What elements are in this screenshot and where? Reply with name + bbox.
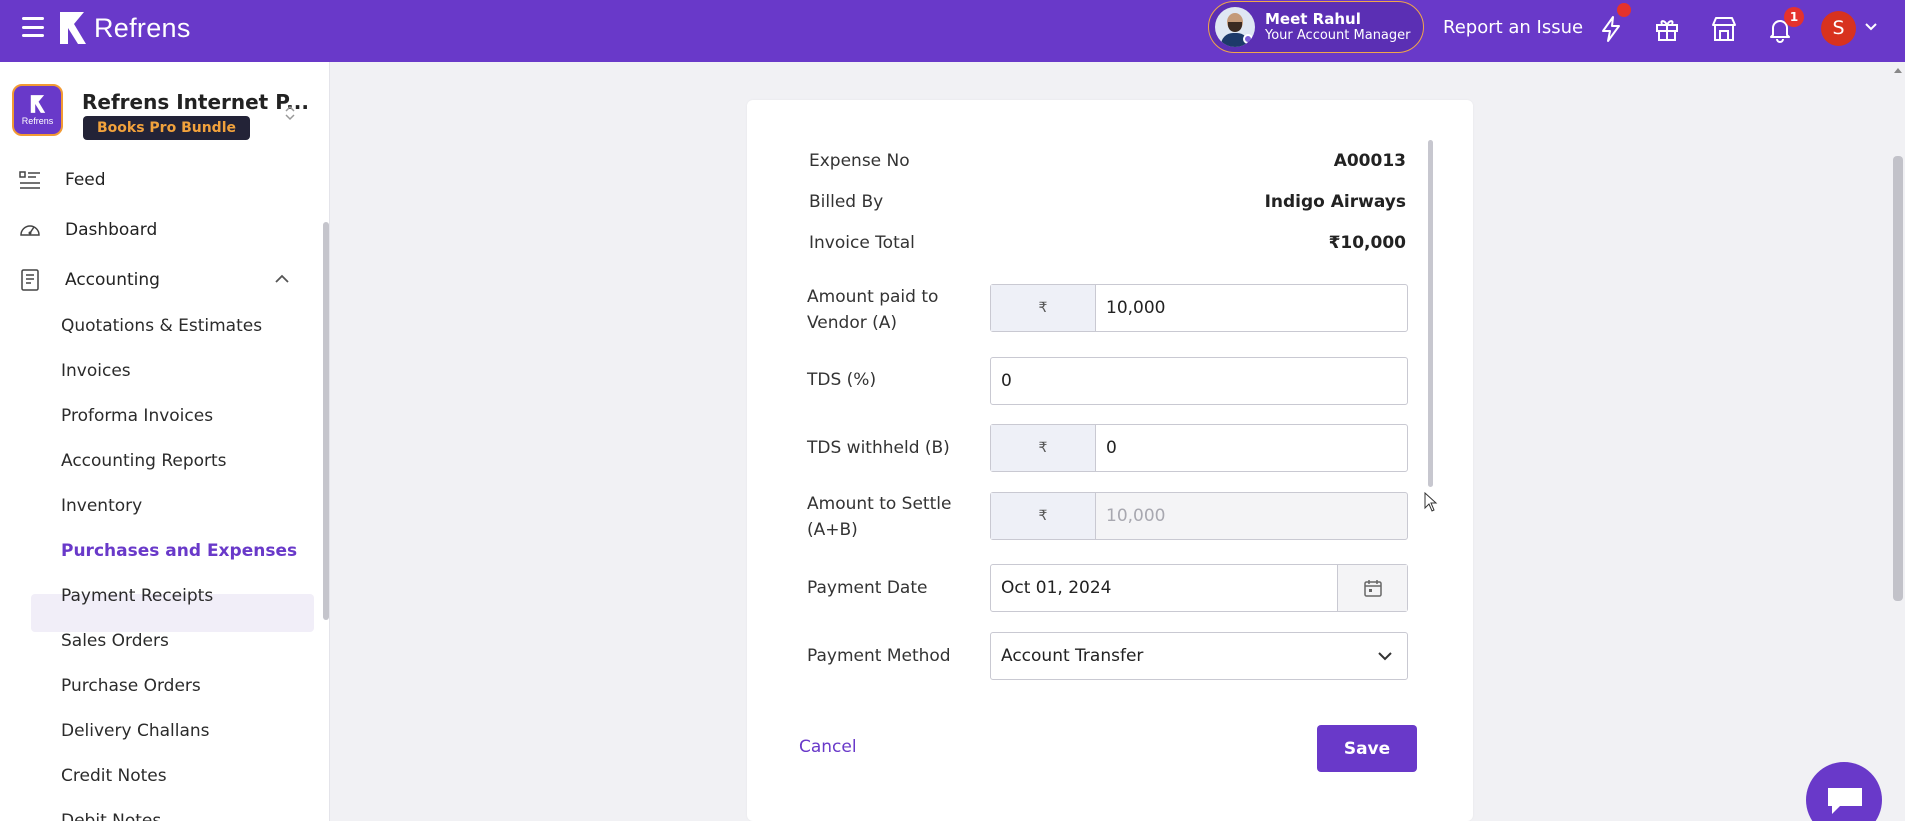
amount-paid-label: Amount paid to Vendor (A) [807,284,938,336]
store-icon[interactable] [1709,14,1739,44]
amount-paid-input[interactable]: 10,000 [1096,298,1407,318]
sidebar-item-invoices[interactable]: Invoices [61,361,131,381]
organization-switcher[interactable]: Refrens Refrens Internet P... Books Pro … [12,84,322,144]
ledger-icon [21,269,39,291]
organization-name: Refrens Internet P... [82,90,309,114]
sidebar-scrollbar[interactable] [323,222,329,620]
account-manager-role: Your Account Manager [1265,28,1411,43]
report-issue-link[interactable]: Report an Issue [1443,17,1583,38]
payment-date-field[interactable]: Oct 01, 2024 [990,564,1408,612]
tds-percent-label: TDS (%) [807,370,877,390]
calendar-button[interactable] [1337,565,1407,611]
currency-prefix: ₹ [991,425,1096,471]
refrens-logo-icon [60,12,86,44]
unfold-icon[interactable] [284,104,296,122]
organization-logo: Refrens [12,84,63,136]
brand-name: Refrens [94,12,191,43]
chat-support-button[interactable] [1806,762,1882,821]
payment-method-value: Account Transfer [1001,646,1144,666]
brand-logo[interactable]: Refrens [58,10,191,46]
sidebar-item-debit-notes[interactable]: Debit Notes [61,811,161,821]
billed-by-value: Indigo Airways [1264,192,1406,212]
account-manager-name: Meet Rahul [1265,10,1361,28]
amount-settle-input: 10,000 [1106,506,1166,526]
payment-method-label: Payment Method [807,646,951,666]
scroll-up-arrow-icon[interactable] [1893,66,1903,74]
sidebar-item-quotations[interactable]: Quotations & Estimates [61,316,262,336]
page-scrollbar[interactable] [1893,156,1903,601]
sidebar-item-label: Accounting [65,270,160,290]
feed-list-icon [19,171,40,189]
currency-prefix: ₹ [991,493,1096,539]
amount-paid-field[interactable]: ₹ 10,000 [990,284,1408,332]
amount-paid-label-line2: Vendor (A) [807,313,898,333]
account-manager-avatar [1215,7,1255,47]
gift-icon[interactable] [1652,14,1682,44]
amount-paid-label-line1: Amount paid to [807,287,939,307]
mouse-cursor-icon [1424,492,1438,512]
invoice-total-label: Invoice Total [809,233,915,253]
hamburger-menu-icon[interactable] [22,17,44,37]
chat-icon [1828,788,1862,814]
amount-settle-field: ₹ 10,000 [990,492,1408,540]
save-button[interactable]: Save [1317,725,1417,772]
sidebar: Refrens Refrens Internet P... Books Pro … [0,62,330,821]
amount-settle-label-line1: Amount to Settle [807,494,952,514]
sidebar-item-purchase-orders[interactable]: Purchase Orders [61,676,201,696]
lightning-icon[interactable] [1596,14,1626,44]
sidebar-item-accounting-reports[interactable]: Accounting Reports [61,451,227,471]
speedometer-icon [20,225,40,236]
chevron-up-icon[interactable] [274,273,290,285]
calendar-icon [1363,580,1382,597]
user-avatar[interactable]: S [1821,11,1856,46]
account-manager-button[interactable]: Meet Rahul Your Account Manager [1208,1,1424,53]
tds-percent-field[interactable]: 0 [990,357,1408,405]
amount-settle-label-line2: (A+B) [807,520,858,540]
tds-percent-input[interactable]: 0 [991,371,1407,391]
expense-no-value: A00013 [1333,151,1406,171]
cancel-button[interactable]: Cancel [799,737,857,757]
sidebar-item-label: Feed [65,170,106,190]
payment-date-input[interactable]: Oct 01, 2024 [991,578,1337,598]
top-bar: Refrens Meet Rahul Your Account Manager … [0,0,1905,62]
currency-prefix: ₹ [991,285,1096,331]
tds-withheld-input[interactable]: 0 [1096,438,1407,458]
sidebar-item-delivery-challans[interactable]: Delivery Challans [61,721,210,741]
chevron-down-icon[interactable] [1864,20,1878,34]
whats-new-dot [1617,3,1631,17]
sidebar-item-accounting[interactable]: Accounting [18,262,308,298]
tds-withheld-field[interactable]: ₹ 0 [990,424,1408,472]
tds-withheld-label: TDS withheld (B) [807,438,950,458]
sidebar-item-credit-notes[interactable]: Credit Notes [61,766,167,786]
payment-form-scroll-area: Expense No A00013 Billed By Indigo Airwa… [747,100,1473,700]
sidebar-item-purchases-expenses[interactable]: Purchases and Expenses [61,541,297,561]
billed-by-label: Billed By [809,192,884,212]
sidebar-item-proforma-invoices[interactable]: Proforma Invoices [61,406,213,426]
organization-logo-text: Refrens [21,116,54,126]
invoice-total-value: ₹10,000 [1328,233,1406,253]
payment-method-select[interactable]: Account Transfer [990,632,1408,680]
sidebar-item-feed[interactable]: Feed [18,162,308,198]
plan-badge: Books Pro Bundle [83,116,251,140]
record-payment-card: Expense No A00013 Billed By Indigo Airwa… [747,100,1473,821]
sidebar-item-dashboard[interactable]: Dashboard [18,212,308,248]
expense-no-label: Expense No [809,151,910,171]
refrens-logo-icon [30,95,45,113]
amount-settle-label: Amount to Settle (A+B) [807,491,951,543]
sidebar-item-label: Dashboard [65,220,158,240]
sidebar-item-sales-orders[interactable]: Sales Orders [61,631,169,651]
form-scrollbar[interactable] [1428,140,1433,487]
payment-date-label: Payment Date [807,578,928,598]
sidebar-item-payment-receipts[interactable]: Payment Receipts [61,586,213,606]
chevron-down-icon [1378,652,1392,661]
notification-count-badge: 1 [1784,7,1804,27]
sidebar-item-inventory[interactable]: Inventory [61,496,142,516]
